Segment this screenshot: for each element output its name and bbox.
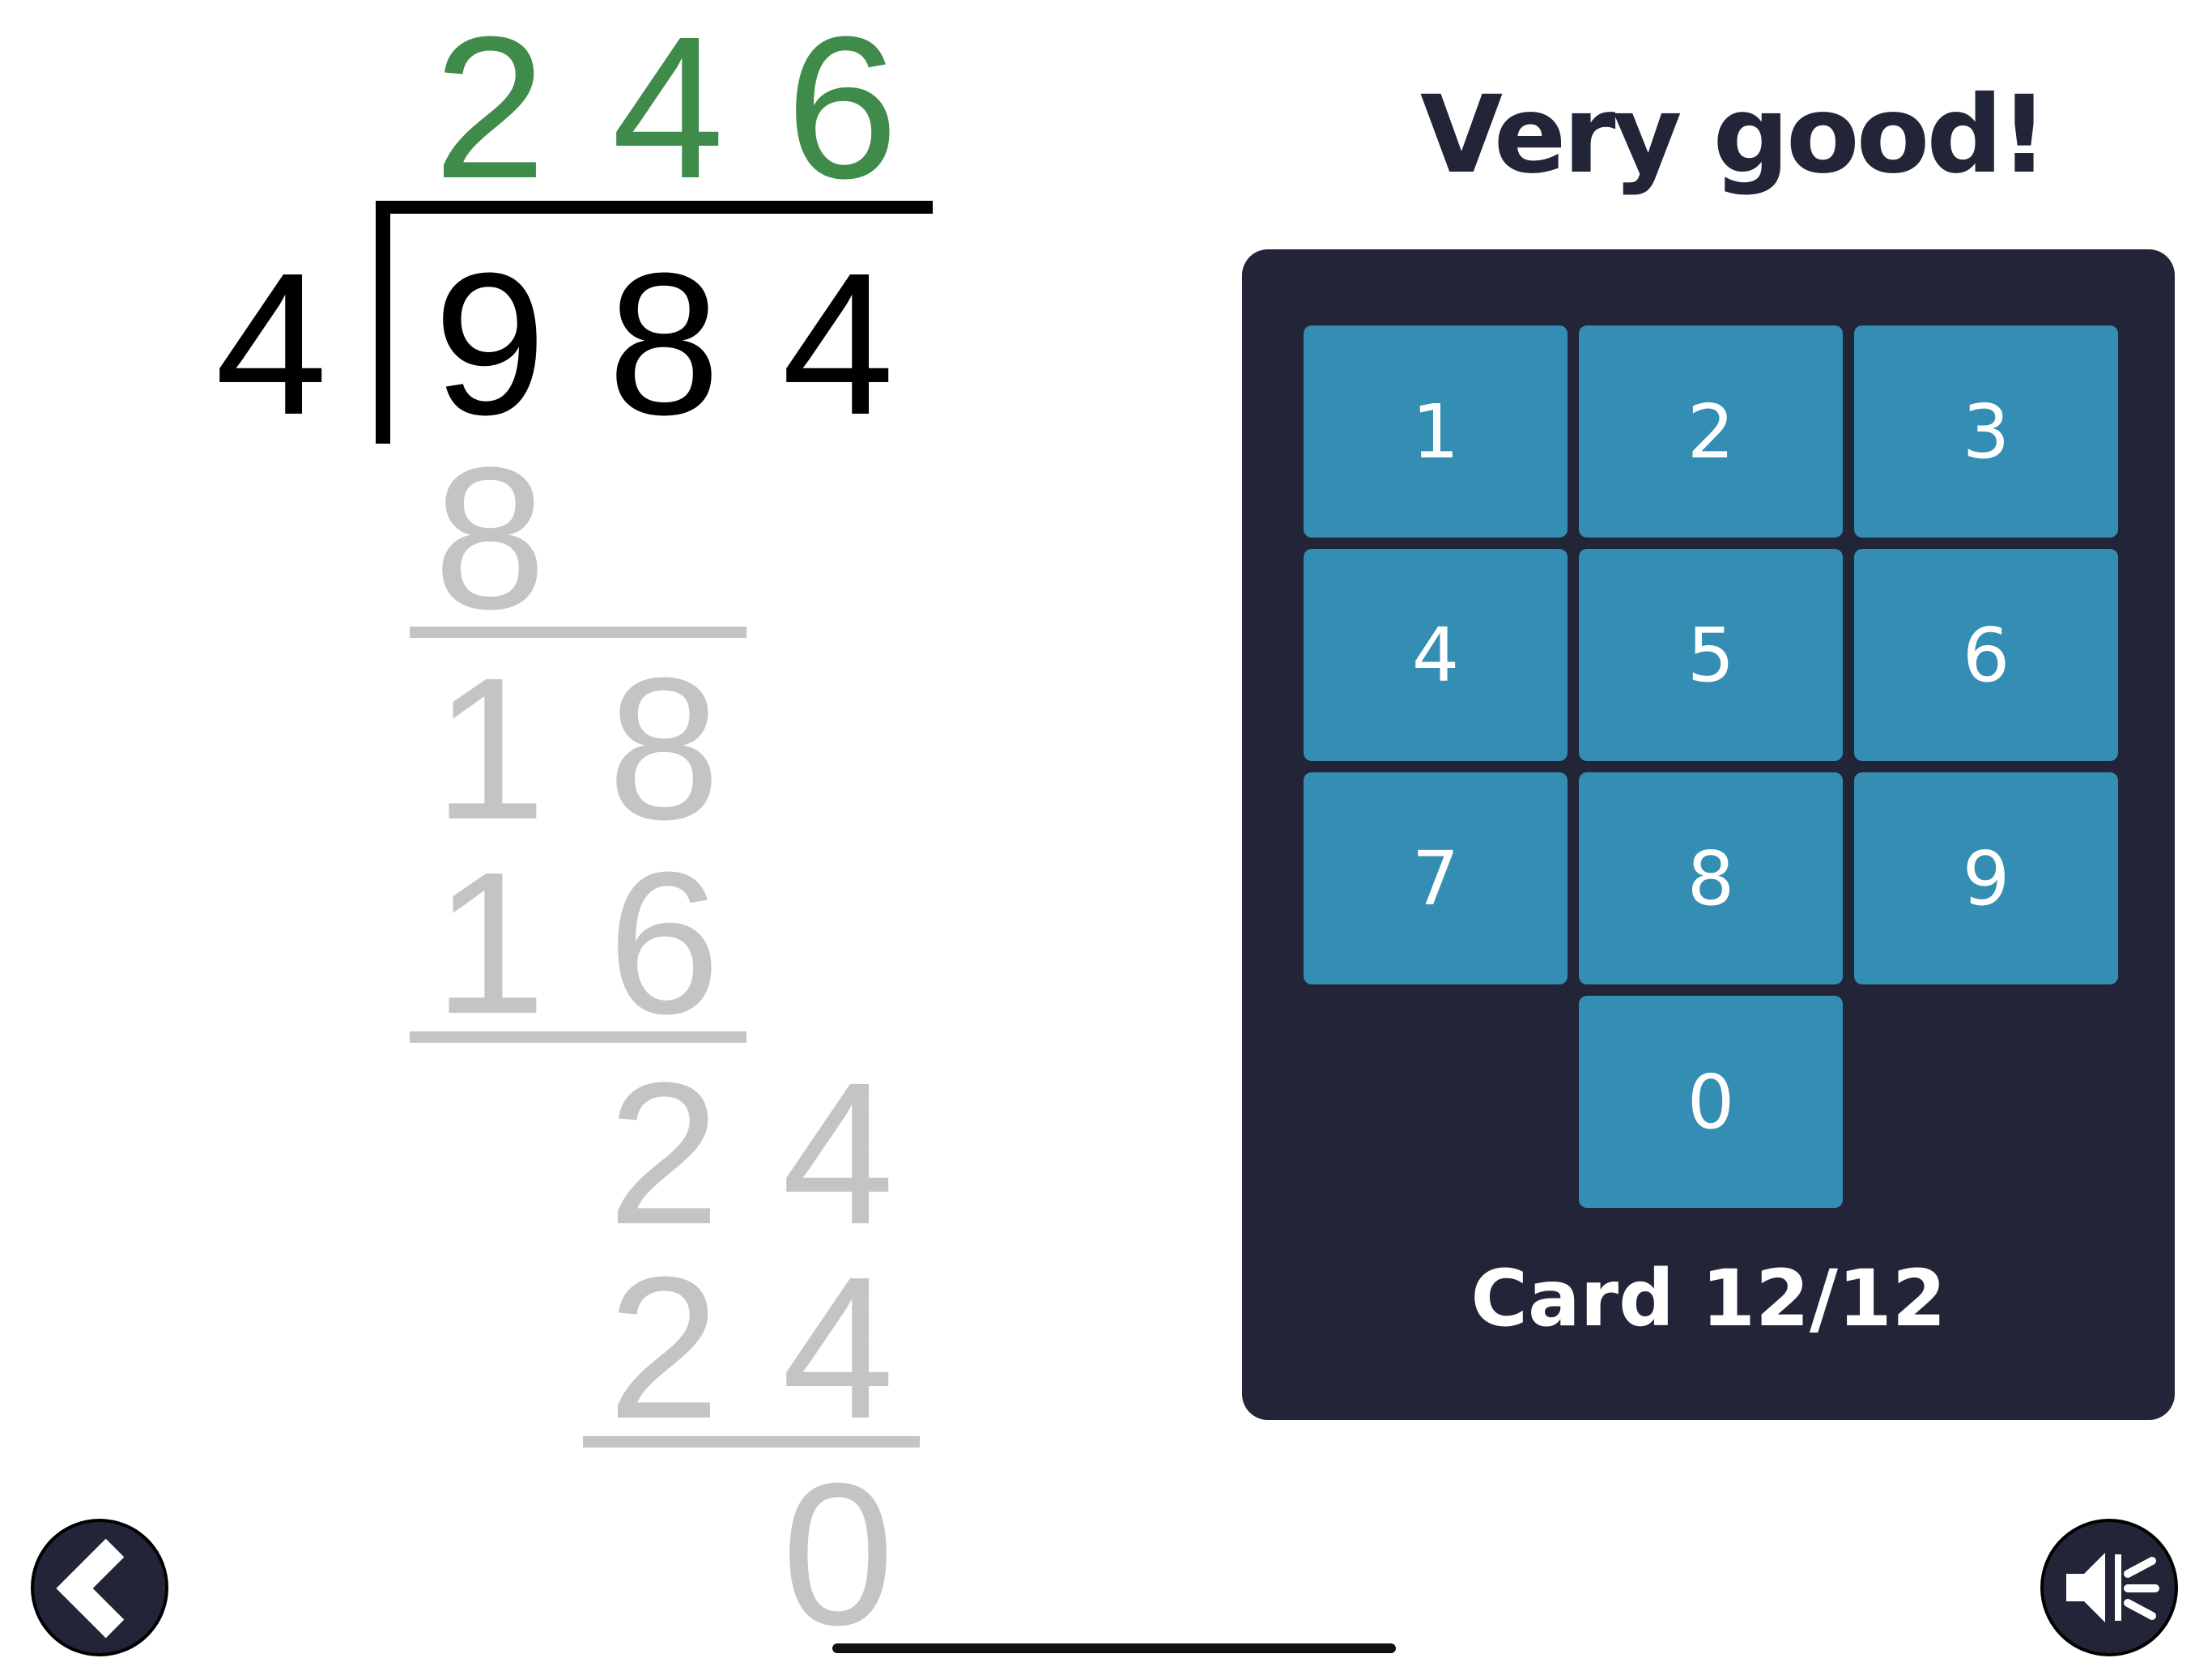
- key-3[interactable]: 3: [1854, 325, 2118, 538]
- step-3-digit-1: 1: [433, 830, 547, 1056]
- step-5-digit-2: 4: [781, 1235, 895, 1460]
- step-2-digit-1: 1: [433, 636, 547, 861]
- key-5[interactable]: 5: [1579, 549, 1843, 761]
- key-0[interactable]: 0: [1579, 996, 1843, 1208]
- chevron-left-icon: [56, 1538, 125, 1639]
- card-counter: Card 12/12: [1470, 1253, 1946, 1344]
- feedback-message: Very good!: [1419, 73, 2048, 198]
- sound-button[interactable]: [2040, 1519, 2178, 1656]
- key-4[interactable]: 4: [1304, 549, 1568, 761]
- home-indicator[interactable]: [832, 1643, 1396, 1653]
- quotient-digit-2: 4: [611, 0, 725, 220]
- key-7[interactable]: 7: [1304, 772, 1568, 984]
- step-1-digit-1: 8: [433, 425, 547, 651]
- speaker-muted-icon: [2066, 1553, 2159, 1622]
- dividend-digit-2: 8: [607, 231, 721, 457]
- key-2[interactable]: 2: [1579, 325, 1843, 538]
- dividend-digit-3: 4: [781, 231, 895, 457]
- step-5-digit-1: 2: [607, 1235, 721, 1460]
- step-4-digit-2: 4: [781, 1040, 895, 1266]
- divisor: 4: [215, 231, 328, 457]
- back-button[interactable]: [31, 1519, 168, 1656]
- key-8[interactable]: 8: [1579, 772, 1843, 984]
- step-2-digit-2: 8: [607, 636, 721, 861]
- key-6[interactable]: 6: [1854, 549, 2118, 761]
- keypad-panel: 1 2 3 4 5 6 7 8 9 0 Card 12/12: [1242, 249, 2175, 1420]
- quotient-digit-1: 2: [433, 0, 547, 220]
- key-1[interactable]: 1: [1304, 325, 1568, 538]
- step-4-digit-1: 2: [607, 1040, 721, 1266]
- remainder-digit: 0: [781, 1441, 895, 1658]
- key-9[interactable]: 9: [1854, 772, 2118, 984]
- dividend-digit-1: 9: [433, 231, 547, 457]
- quotient-digit-3: 6: [785, 0, 899, 220]
- division-bracket-top: [376, 201, 933, 214]
- division-bracket-side: [376, 201, 390, 444]
- step-3-digit-2: 6: [607, 830, 721, 1056]
